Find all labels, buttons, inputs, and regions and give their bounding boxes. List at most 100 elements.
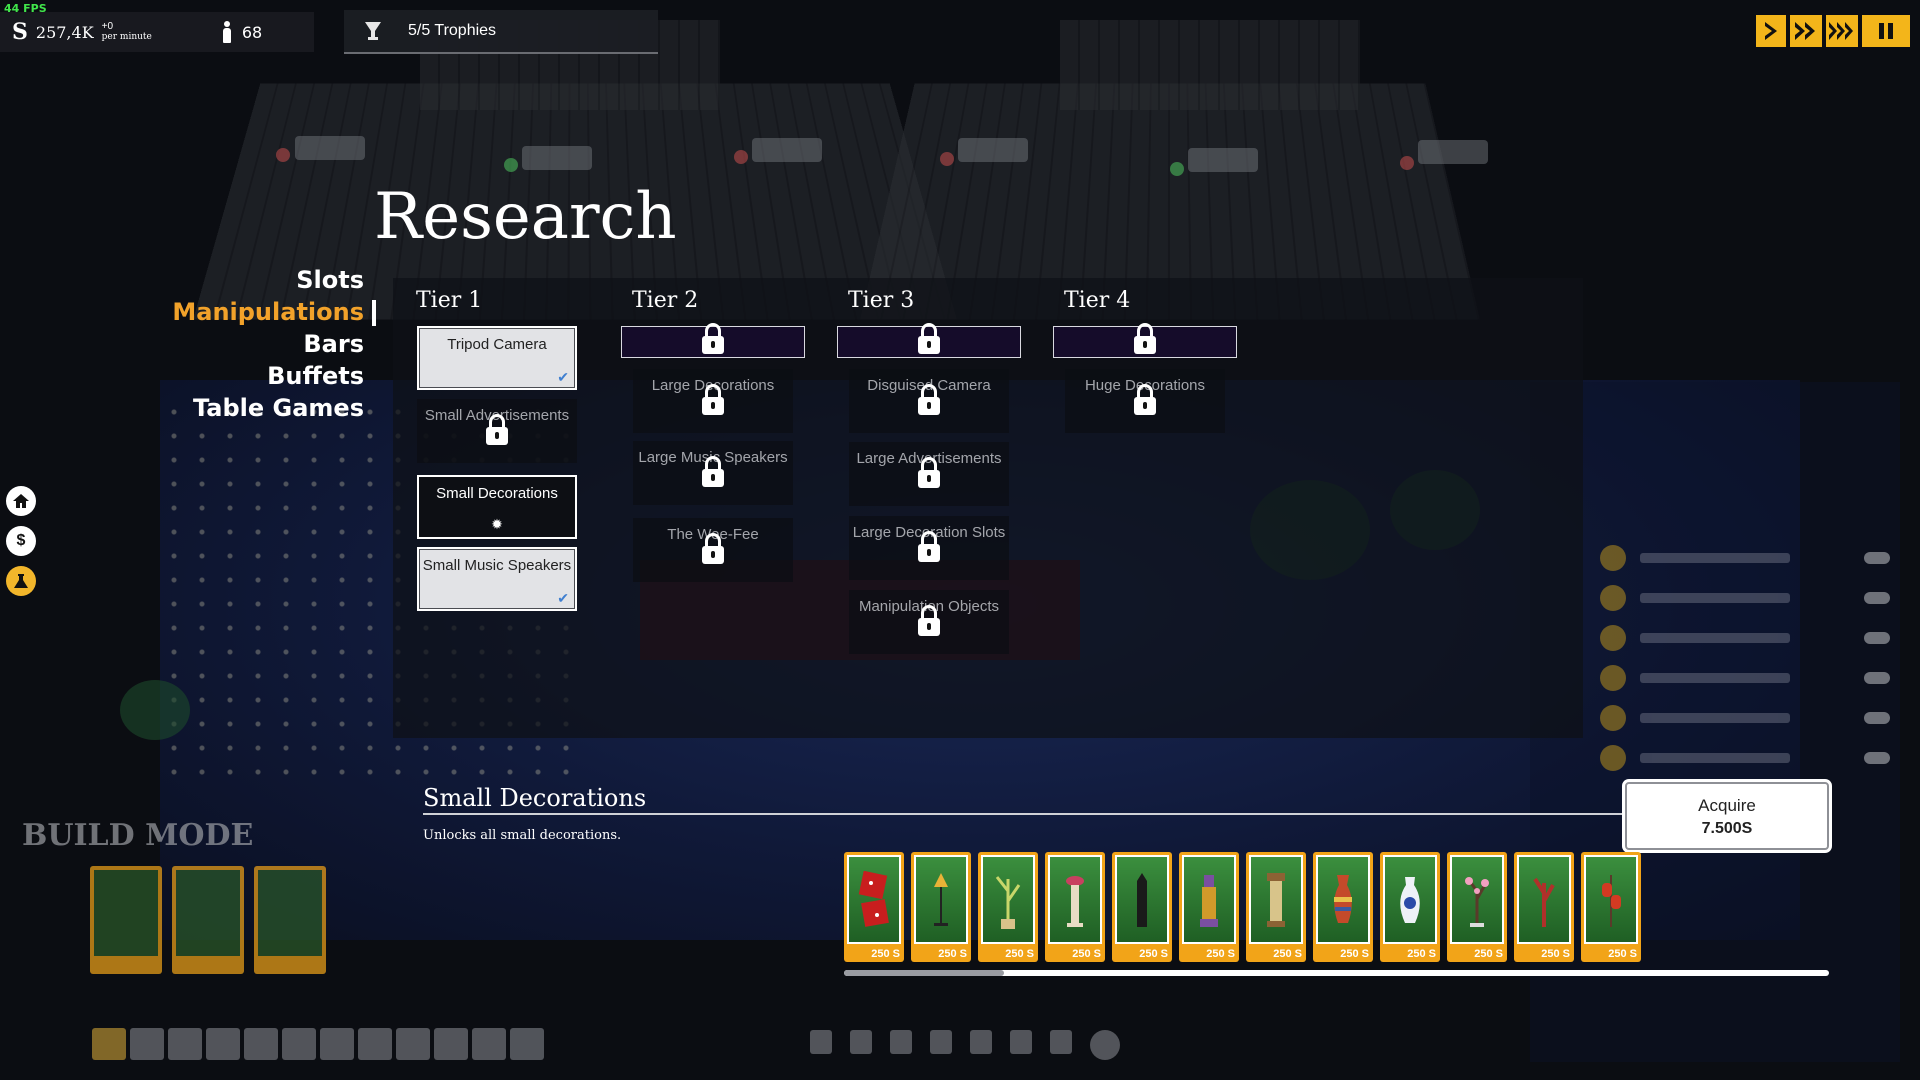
research-node-huge-decorations[interactable]: Huge Decorations	[1065, 369, 1225, 433]
build-card	[172, 866, 244, 974]
lock-icon	[700, 456, 726, 490]
fast-speed-button[interactable]	[1790, 15, 1822, 47]
pause-icon	[1879, 23, 1893, 39]
tool-button	[244, 1028, 278, 1060]
unlock-item[interactable]: 250 S	[1447, 852, 1507, 962]
lock-icon	[916, 531, 942, 565]
flask-icon	[14, 574, 28, 588]
category-buffets[interactable]: Buffets	[172, 360, 364, 392]
item-price: 250 S	[1474, 948, 1503, 960]
build-cards	[90, 866, 326, 974]
research-node-small-decorations[interactable]: Small Decorations ✹	[417, 475, 577, 539]
map-label	[752, 138, 822, 162]
category-slots[interactable]: Slots	[172, 264, 364, 296]
background-info-row	[1600, 545, 1890, 571]
dollar-icon: $	[16, 532, 26, 549]
research-node-small-advertisements[interactable]: Small Advertisements	[417, 399, 577, 463]
acquire-button[interactable]: Acquire 7.500S	[1625, 782, 1829, 850]
money-rate-value: +0	[101, 21, 114, 32]
lock-icon	[916, 384, 942, 418]
unlock-item[interactable]: 250 S	[1045, 852, 1105, 962]
category-icon	[1050, 1030, 1072, 1054]
map-pin-icon	[940, 152, 954, 166]
scrollbar-thumb[interactable]	[844, 970, 1004, 976]
lock-icon	[916, 323, 942, 357]
category-icon	[850, 1030, 872, 1054]
research-node-large-decorations[interactable]: Large Decorations	[633, 369, 793, 433]
research-node-tripod-camera[interactable]: Tripod Camera ✔	[417, 326, 577, 390]
item-price: 250 S	[1139, 948, 1168, 960]
research-node-manipulation-objects[interactable]: Manipulation Objects	[849, 590, 1009, 654]
fast-forward-icon	[1795, 22, 1815, 40]
category-manipulations[interactable]: Manipulations	[172, 296, 376, 328]
unlock-item[interactable]: 250 S	[978, 852, 1038, 962]
trophy-button[interactable]: 5/5 Trophies	[344, 10, 658, 54]
unlock-item[interactable]: 250 S	[1581, 852, 1641, 962]
research-node-small-music-speakers[interactable]: Small Music Speakers ✔	[417, 547, 577, 611]
research-categories: Slots Manipulations Bars Buffets Table G…	[172, 264, 376, 424]
map-pin-icon	[276, 148, 290, 162]
lock-icon	[700, 533, 726, 567]
unlock-item[interactable]: 250 S	[1313, 852, 1373, 962]
items-scrollbar[interactable]	[844, 970, 1829, 976]
research-node-disguised-camera[interactable]: Disguised Camera	[849, 369, 1009, 433]
lock-icon	[916, 457, 942, 491]
item-price: 250 S	[1407, 948, 1436, 960]
floor-lamp-icon	[934, 873, 948, 926]
lock-icon	[1132, 384, 1158, 418]
item-price: 250 S	[1541, 948, 1570, 960]
red-tree-icon	[1533, 877, 1555, 927]
research-node-the-wee-fee[interactable]: The Wee-Fee	[633, 518, 793, 582]
acquire-cost: 7.500S	[1701, 820, 1753, 837]
research-detail-title: Small Decorations	[423, 784, 647, 812]
research-button[interactable]	[6, 566, 36, 596]
finance-button[interactable]: $	[6, 526, 36, 556]
map-label	[295, 136, 365, 160]
unlock-item[interactable]: 250 S	[1246, 852, 1306, 962]
dice-decoration-icon	[858, 871, 889, 927]
research-node-large-decoration-slots[interactable]: Large Decoration Slots	[849, 516, 1009, 580]
tool-button	[472, 1028, 506, 1060]
build-card	[90, 866, 162, 974]
lock-icon	[700, 384, 726, 418]
lock-icon	[916, 605, 942, 639]
unlock-item[interactable]: 250 S	[1514, 852, 1574, 962]
unlock-items-list: 250 S 250 S 250 S 250 S 250 S 250 S 250 …	[844, 852, 1641, 962]
item-price: 250 S	[938, 948, 967, 960]
tier-locked-bar	[621, 323, 805, 358]
progress-gear-icon: ✹	[491, 516, 503, 532]
unlock-item[interactable]: 250 S	[1179, 852, 1239, 962]
category-icon	[1010, 1030, 1032, 1054]
main-menu-rail: $	[6, 486, 36, 596]
node-label: Small Decorations	[436, 485, 558, 502]
unlock-item[interactable]: 250 S	[1380, 852, 1440, 962]
checkmark-icon: ✔	[557, 590, 569, 606]
background-info-row	[1600, 585, 1890, 611]
category-table-games[interactable]: Table Games	[172, 392, 364, 424]
pause-button[interactable]	[1862, 15, 1910, 47]
tool-button	[510, 1028, 544, 1060]
background-info-row	[1600, 625, 1890, 651]
unlock-item[interactable]: 250 S	[844, 852, 904, 962]
trophy-count: 5/5 Trophies	[408, 22, 497, 39]
tier-locked-bar	[837, 323, 1021, 358]
research-node-large-advertisements[interactable]: Large Advertisements	[849, 442, 1009, 506]
checkmark-icon: ✔	[557, 369, 569, 385]
tool-button	[320, 1028, 354, 1060]
map-pin-icon	[1400, 156, 1414, 170]
category-bars[interactable]: Bars	[172, 328, 364, 360]
tool-button	[206, 1028, 240, 1060]
research-node-large-music-speakers[interactable]: Large Music Speakers	[633, 441, 793, 505]
tier-header: Tier 1	[416, 288, 483, 313]
category-icon	[970, 1030, 992, 1054]
tier-header: Tier 3	[848, 288, 915, 313]
unlock-item[interactable]: 250 S	[1112, 852, 1172, 962]
striped-vase-icon	[1334, 875, 1352, 923]
unlock-item[interactable]: 250 S	[911, 852, 971, 962]
fastest-speed-button[interactable]	[1826, 15, 1858, 47]
page-title: Research	[374, 180, 677, 254]
play-speed-button[interactable]	[1756, 15, 1786, 47]
item-price: 250 S	[1206, 948, 1235, 960]
home-button[interactable]	[6, 486, 36, 516]
build-card	[254, 866, 326, 974]
